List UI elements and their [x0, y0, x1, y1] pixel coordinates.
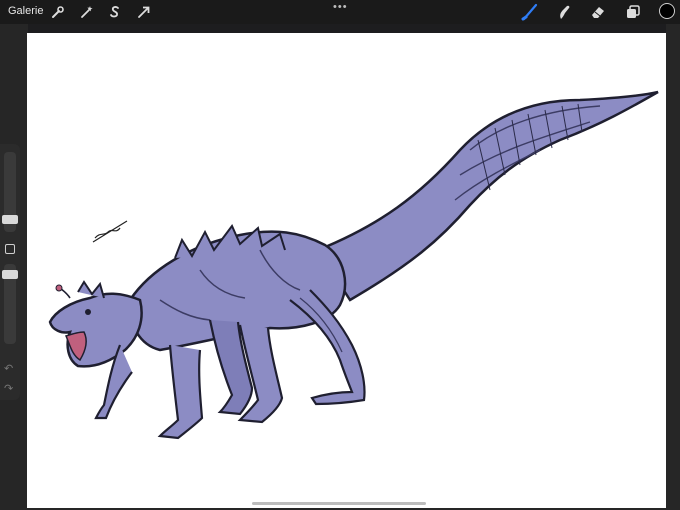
brush-size-thumb[interactable]: [2, 215, 18, 224]
selection-s-icon[interactable]: [107, 4, 123, 20]
creature-tail: [316, 90, 659, 302]
eraser-icon[interactable]: [589, 3, 607, 21]
magic-wand-icon[interactable]: [79, 4, 95, 20]
creature-drawing: [48, 90, 659, 440]
redo-button[interactable]: ↷: [4, 382, 13, 395]
artist-signature: [92, 220, 128, 243]
brush-icon[interactable]: [521, 3, 539, 21]
gallery-button[interactable]: Galerie: [8, 5, 43, 17]
transform-arrow-icon[interactable]: [136, 4, 152, 20]
color-picker-swatch[interactable]: [659, 3, 675, 19]
wrench-icon[interactable]: [50, 4, 66, 20]
workspace-right-margin: [666, 24, 680, 510]
brush-opacity-thumb[interactable]: [2, 270, 18, 279]
top-toolbar: Galerie •••: [0, 0, 680, 24]
layers-icon[interactable]: [624, 3, 642, 21]
creature-hind-leg: [289, 289, 366, 406]
more-options-button[interactable]: •••: [333, 1, 348, 13]
brush-sidebar: ↶ ↷: [0, 144, 20, 400]
drawing-canvas[interactable]: [27, 33, 666, 508]
undo-button[interactable]: ↶: [4, 362, 13, 375]
modify-button[interactable]: [5, 244, 15, 254]
creature-head: [48, 292, 143, 368]
home-indicator[interactable]: [252, 502, 426, 505]
smudge-icon[interactable]: [555, 3, 573, 21]
creature-front-right-leg: [157, 344, 204, 440]
